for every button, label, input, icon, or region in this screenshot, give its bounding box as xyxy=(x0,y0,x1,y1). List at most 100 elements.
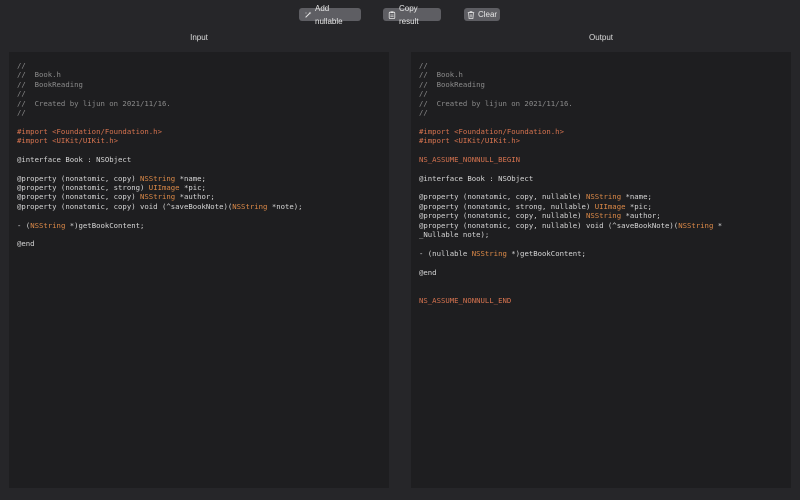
code-token: // xyxy=(419,89,428,99)
input-editor[interactable]: //// Book.h// BookReading//// Created by… xyxy=(9,52,389,488)
code-token: @property (nonatomic, strong, nullable) xyxy=(419,201,595,211)
code-token: @interface Book : NSObject xyxy=(17,154,132,164)
code-line: @end xyxy=(419,268,785,277)
add-nullable-button[interactable]: Add nullable xyxy=(299,4,361,26)
code-token: *)getBookContent; xyxy=(65,220,145,230)
code-line: // xyxy=(17,108,383,117)
code-token: - (nullable xyxy=(419,248,472,258)
code-line: @property (nonatomic, strong, nullable) … xyxy=(419,202,785,211)
trash-icon xyxy=(467,10,475,19)
code-line: @end xyxy=(17,239,383,248)
code-token: - ( xyxy=(17,220,31,230)
code-token: NSString xyxy=(30,220,66,230)
code-line: // xyxy=(17,61,383,70)
code-token: @property (nonatomic, copy, nullable) vo… xyxy=(419,220,679,230)
code-token: NSString xyxy=(471,248,507,258)
code-token: *)getBookContent; xyxy=(506,248,586,258)
app-window: Add nullable Copy result Clear Input Out… xyxy=(0,0,800,500)
input-code[interactable]: //// Book.h// BookReading//// Created by… xyxy=(17,61,383,249)
code-line: - (nullable NSString *)getBookContent; xyxy=(419,249,785,258)
code-token: // BookReading xyxy=(419,79,485,89)
code-line: // BookReading xyxy=(419,80,785,89)
code-line: @property (nonatomic, copy) NSString *na… xyxy=(17,174,383,183)
code-line: #import <UIKit/UIKit.h> xyxy=(17,136,383,145)
code-token: NSString xyxy=(585,192,622,202)
code-token: NS_ASSUME_NONNULL_BEGIN xyxy=(419,154,521,164)
code-line: // Created by lijun on 2021/11/16. xyxy=(17,99,383,108)
code-token: #import <Foundation/Foundation.h> xyxy=(17,126,162,136)
code-line: @property (nonatomic, copy, nullable) NS… xyxy=(419,211,785,220)
code-token: *note); xyxy=(267,201,303,211)
magic-wand-icon xyxy=(304,11,312,19)
output-editor[interactable]: //// Book.h// BookReading//// Created by… xyxy=(411,52,791,488)
clear-label: Clear xyxy=(477,10,498,19)
output-pane-title: Output xyxy=(588,33,613,42)
code-line: @property (nonatomic, copy, nullable) NS… xyxy=(419,192,785,201)
code-line: // Book.h xyxy=(17,70,383,79)
code-token: @property (nonatomic, strong) xyxy=(17,183,149,193)
code-token: @property (nonatomic, copy) void (^saveB… xyxy=(17,201,233,211)
code-line: @property (nonatomic, strong) UIImage *p… xyxy=(17,183,383,192)
code-token: NSString xyxy=(585,211,622,221)
code-token: // Created by lijun on 2021/11/16. xyxy=(419,98,573,108)
code-token: @property (nonatomic, copy, nullable) xyxy=(419,192,586,202)
copy-result-button[interactable]: Copy result xyxy=(383,4,441,26)
code-token: NSString xyxy=(140,192,176,202)
code-line: #import <Foundation/Foundation.h> xyxy=(419,127,785,136)
code-token: *author; xyxy=(621,211,661,221)
code-token: * xyxy=(713,220,723,230)
code-token: @property (nonatomic, copy) xyxy=(17,173,141,183)
code-token: UIImage xyxy=(594,201,626,211)
code-token: // BookReading xyxy=(17,79,83,89)
code-token: #import <UIKit/UIKit.h> xyxy=(17,136,119,146)
clear-button[interactable]: Clear xyxy=(464,8,500,21)
code-line: // xyxy=(419,108,785,117)
code-line: // BookReading xyxy=(17,80,383,89)
copy-result-label: Copy result xyxy=(399,3,419,26)
code-token: *author; xyxy=(175,192,215,202)
code-token: @end xyxy=(419,267,437,277)
code-line: NS_ASSUME_NONNULL_END xyxy=(419,296,785,305)
code-token: *pic; xyxy=(179,183,206,193)
code-token: // Book.h xyxy=(17,70,61,80)
code-line: // Created by lijun on 2021/11/16. xyxy=(419,99,785,108)
code-token: NSString xyxy=(232,201,268,211)
code-token: #import <Foundation/Foundation.h> xyxy=(419,126,564,136)
input-pane-title: Input xyxy=(190,33,208,42)
code-line: #import <UIKit/UIKit.h> xyxy=(419,136,785,145)
code-token: // xyxy=(419,107,428,117)
code-token: #import <UIKit/UIKit.h> xyxy=(419,136,521,146)
output-code[interactable]: //// Book.h// BookReading//// Created by… xyxy=(419,61,785,305)
code-token: *name; xyxy=(175,173,206,183)
code-token: *pic; xyxy=(625,201,652,211)
code-line: @property (nonatomic, copy) NSString *au… xyxy=(17,192,383,201)
code-line: @interface Book : NSObject xyxy=(419,174,785,183)
clipboard-icon xyxy=(388,10,396,19)
code-token: @property (nonatomic, copy, nullable) xyxy=(419,211,586,221)
code-token: @property (nonatomic, copy) xyxy=(17,192,141,202)
code-token: UIImage xyxy=(148,183,180,193)
code-line: @interface Book : NSObject xyxy=(17,155,383,164)
code-token: NS_ASSUME_NONNULL_END xyxy=(419,295,512,305)
code-line: // xyxy=(17,89,383,98)
code-token: _Nullable note); xyxy=(419,230,490,240)
code-line: // Book.h xyxy=(419,70,785,79)
code-line: #import <Foundation/Foundation.h> xyxy=(17,127,383,136)
code-token: // xyxy=(419,61,428,70)
code-token: NSString xyxy=(140,173,176,183)
code-token: // Created by lijun on 2021/11/16. xyxy=(17,98,171,108)
code-line: NS_ASSUME_NONNULL_BEGIN xyxy=(419,155,785,164)
code-line: @property (nonatomic, copy, nullable) vo… xyxy=(419,221,785,230)
code-line: _Nullable note); xyxy=(419,230,785,239)
code-token: *name; xyxy=(621,192,652,202)
